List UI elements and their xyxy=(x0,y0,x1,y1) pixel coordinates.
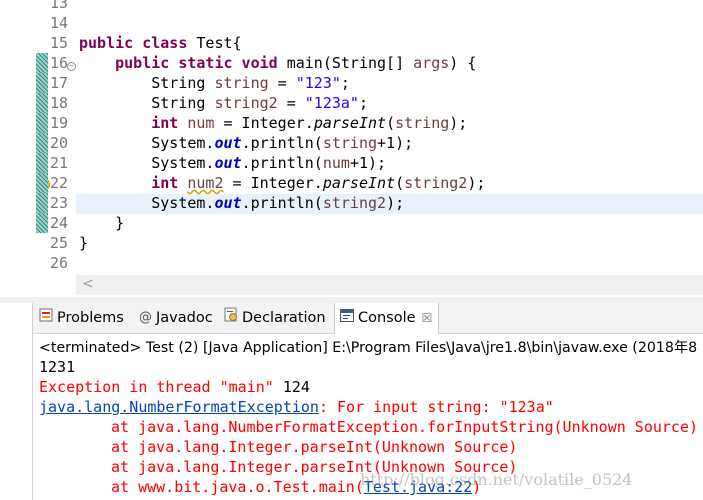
line-number: 13 xyxy=(49,0,68,12)
quick-diff-marker xyxy=(36,173,48,193)
code-text[interactable]: int num2 = Integer.parseInt(string2); xyxy=(79,173,485,193)
horizontal-scrollbar[interactable]: < xyxy=(76,275,703,295)
console-line: 1231 xyxy=(39,358,76,376)
tab-declaration[interactable]: Declaration xyxy=(224,303,326,333)
code-text[interactable]: public static void main(String[] args) { xyxy=(79,53,476,73)
console-text: 124 xyxy=(282,378,310,396)
console-text: Exception in thread "main" xyxy=(39,378,283,396)
tab-javadoc-label: Javadoc xyxy=(156,310,213,326)
console-text: : For input string: "123a" xyxy=(318,398,554,416)
console-line: Exception in thread "main" 124 xyxy=(39,377,310,397)
code-line[interactable]: 16 public static void main(String[] args… xyxy=(0,53,703,73)
watermark: http://blog.csdn.net/volatile_0524 xyxy=(360,470,633,489)
tab-javadoc[interactable]: @ Javadoc xyxy=(139,303,213,333)
code-text[interactable]: System.out.println(string2); xyxy=(79,193,404,213)
quick-diff-marker xyxy=(36,53,48,73)
quick-diff-marker xyxy=(36,113,48,133)
code-text[interactable]: String string2 = "123a"; xyxy=(79,93,368,113)
code-line[interactable]: 20 System.out.println(string+1); xyxy=(0,133,703,153)
quick-diff-marker xyxy=(36,193,48,213)
quick-diff-marker xyxy=(36,153,48,173)
close-icon[interactable]: ☒ xyxy=(422,311,433,325)
code-text[interactable]: int num = Integer.parseInt(string); xyxy=(79,113,467,133)
problems-icon xyxy=(39,303,53,333)
code-text[interactable]: System.out.println(string+1); xyxy=(79,133,413,153)
quick-diff-marker xyxy=(36,73,48,93)
code-editor[interactable]: 13 14 15 public class Test{16 public static… xyxy=(0,0,703,297)
fold-minus-icon[interactable]: − xyxy=(67,62,76,71)
code-text[interactable]: } xyxy=(79,213,124,233)
console-line: at java.lang.NumberFormatException.forIn… xyxy=(39,417,698,437)
code-line[interactable]: 25} xyxy=(0,233,703,253)
code-line[interactable]: 17 String string = "123"; xyxy=(0,73,703,93)
line-number: 26 xyxy=(49,254,68,272)
code-line[interactable]: 22 int num2 = Integer.parseInt(string2); xyxy=(0,173,703,193)
code-text[interactable]: public class Test{ xyxy=(79,33,242,53)
tab-problems[interactable]: Problems xyxy=(39,303,124,333)
line-number: 25 xyxy=(49,234,68,252)
code-line[interactable]: 24 } xyxy=(0,213,703,233)
code-line[interactable]: 21 System.out.println(num+1); xyxy=(0,153,703,173)
quick-diff-marker xyxy=(36,133,48,153)
quick-diff-marker xyxy=(36,213,48,233)
code-line[interactable]: 18 String string2 = "123a"; xyxy=(0,93,703,113)
console-line: java.lang.NumberFormatException: For inp… xyxy=(39,397,554,417)
console-text: at www.bit.java.o.Test.main( xyxy=(111,478,364,496)
tab-console-label: Console xyxy=(358,310,416,326)
tab-declaration-label: Declaration xyxy=(242,310,326,326)
declaration-icon xyxy=(224,303,238,333)
line-number: 15 xyxy=(49,34,68,52)
exception-class-link[interactable]: java.lang.NumberFormatException xyxy=(39,398,319,416)
views-tab-bar: Problems @ Javadoc Declaration Console ☒ xyxy=(33,303,703,334)
tab-problems-label: Problems xyxy=(57,310,124,326)
code-line[interactable]: 13 xyxy=(0,0,703,13)
code-text[interactable]: System.out.println(num+1); xyxy=(79,153,386,173)
javadoc-icon: @ xyxy=(139,310,152,325)
terminated-header: <terminated> Test (2) [Java Application]… xyxy=(39,340,698,356)
code-line[interactable]: 19 int num = Integer.parseInt(string); xyxy=(0,113,703,133)
code-line[interactable]: 14 xyxy=(0,13,703,33)
console-line: at java.lang.Integer.parseInt(Unknown So… xyxy=(39,437,517,457)
console-text: at java.lang.NumberFormatException.forIn… xyxy=(111,418,698,436)
code-line[interactable]: 15 public class Test{ xyxy=(0,33,703,53)
tab-console[interactable]: Console ☒ xyxy=(334,303,440,334)
line-number: 14 xyxy=(49,14,68,32)
console-icon xyxy=(340,303,354,333)
quick-diff-marker xyxy=(36,93,48,113)
scroll-left-icon[interactable]: < xyxy=(82,276,94,292)
console-text: at java.lang.Integer.parseInt(Unknown So… xyxy=(111,438,518,456)
code-text[interactable]: } xyxy=(79,233,88,253)
left-trim xyxy=(0,303,32,500)
code-line[interactable]: 26 xyxy=(0,253,703,273)
code-text[interactable]: String string = "123"; xyxy=(79,73,350,93)
code-line[interactable]: 23 System.out.println(string2); xyxy=(0,193,703,213)
